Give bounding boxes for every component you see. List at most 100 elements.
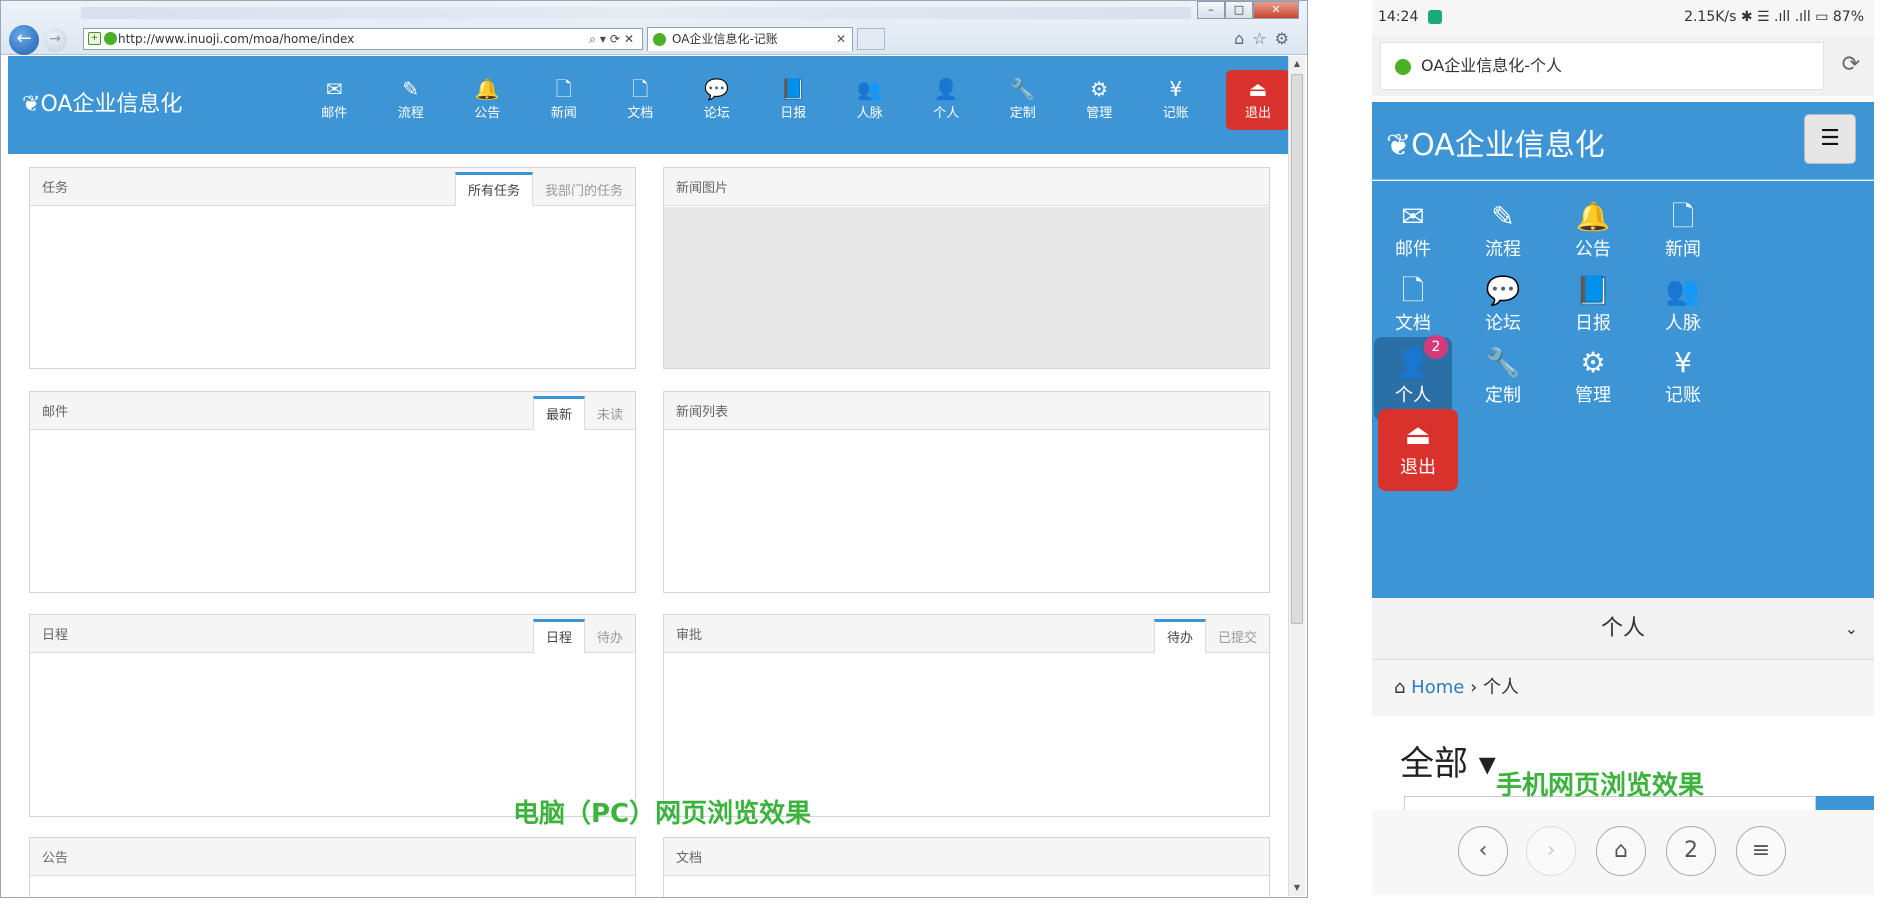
site-icon: [104, 32, 117, 45]
mail-icon: ✉: [325, 77, 343, 101]
scroll-thumb[interactable]: [1291, 74, 1303, 624]
nav-item-10[interactable]: ⚙ 管理: [1061, 76, 1138, 130]
hamburger-menu-button[interactable]: ☰: [1804, 114, 1856, 164]
nav-label: 管理: [1086, 106, 1113, 121]
scroll-down-icon[interactable]: ▼: [1289, 880, 1305, 896]
tab-unread[interactable]: 未读: [585, 396, 635, 430]
back-button[interactable]: ←: [9, 25, 39, 55]
chevron-down-icon: ⌄: [1844, 619, 1858, 638]
panel-title: 审批: [676, 628, 703, 643]
star-icon[interactable]: ☆: [1252, 29, 1274, 48]
mobile-nav-item-3[interactable]: 🗋 新闻: [1644, 191, 1722, 275]
search-button[interactable]: [1816, 796, 1874, 810]
mobile-page-title: OA企业信息化-个人: [1421, 56, 1563, 75]
logout-button[interactable]: ⏏ 退出: [1226, 70, 1290, 130]
tabs-count-button[interactable]: 2: [1666, 826, 1716, 876]
address-bar[interactable]: + http://www.inuoji.com/moa/home/index ⌕…: [83, 28, 643, 50]
nav-item-7[interactable]: 👥 人脉: [832, 76, 909, 130]
breadcrumb: ⌂ Home › 个人: [1372, 660, 1874, 716]
tab-all-tasks[interactable]: 所有任务: [454, 172, 533, 206]
mobile-nav-label: 人脉: [1665, 313, 1701, 334]
forward-nav-button[interactable]: ›: [1526, 826, 1576, 876]
book-icon: 📘: [780, 77, 806, 101]
mobile-nav-label: 论坛: [1485, 313, 1521, 334]
mobile-nav-icon: 🔧: [1485, 346, 1521, 379]
mobile-nav-item-0[interactable]: ✉ 邮件: [1374, 191, 1452, 275]
reload-icon[interactable]: ⟳: [1842, 52, 1860, 77]
mobile-header: ❦OA企业信息化 ☰: [1372, 102, 1874, 180]
mobile-nav-item-1[interactable]: ✎ 流程: [1464, 191, 1542, 275]
tab-schedule[interactable]: 日程: [532, 619, 585, 653]
nav-item-9[interactable]: 🔧 定制: [985, 76, 1062, 130]
tab-pending[interactable]: 待办: [1153, 619, 1206, 653]
docs-panel: 文档: [663, 837, 1270, 897]
mobile-nav-icon: ✉: [1401, 200, 1425, 233]
mobile-logout-button[interactable]: ⏏ 退出: [1378, 409, 1458, 491]
panel-title: 文档: [676, 851, 703, 866]
browser-chrome: – □ ✕ ← → + http://www.inuoji.com/moa/ho…: [1, 1, 1307, 55]
address-tools[interactable]: ⌕▾⟳✕: [589, 29, 638, 49]
comments-icon: 💬: [704, 77, 730, 101]
news-images-panel: 新闻图片: [663, 167, 1270, 369]
mobile-bottom-nav: ‹ › ⌂ 2 ≡: [1372, 810, 1874, 895]
notice-panel: 公告: [29, 837, 636, 897]
forward-button[interactable]: →: [43, 28, 67, 52]
nav-item-4[interactable]: 🗋 文档: [602, 76, 679, 130]
nav-item-11[interactable]: ¥ 记账: [1138, 76, 1215, 130]
tab-close-icon[interactable]: ✕: [836, 28, 846, 50]
minimize-button[interactable]: –: [1197, 1, 1225, 19]
site-icon: [1395, 59, 1411, 75]
mobile-nav: ✉ 邮件 ✎ 流程 🔔 公告 🗋 新闻 🗋 文档 💬 论坛 📘 日报 👥 人脉 👤 个人 2 🔧 定制 ⚙ 管理 ¥ 记账 ⏏ 退出: [1372, 181, 1874, 598]
logout-label: 退出: [1400, 457, 1436, 478]
app-notification-icon: [1428, 10, 1442, 24]
mail-panel: 邮件 最新 未读: [29, 391, 636, 593]
compat-icon: +: [88, 32, 101, 45]
nav-item-2[interactable]: 🔔 公告: [449, 76, 526, 130]
mobile-nav-item-11[interactable]: ¥ 记账: [1644, 337, 1722, 421]
nav-item-1[interactable]: ✎ 流程: [373, 76, 450, 130]
tab-submitted[interactable]: 已提交: [1206, 619, 1269, 653]
mobile-nav-label: 记账: [1665, 385, 1701, 406]
filter-all-dropdown[interactable]: 全部 ▾: [1400, 736, 1496, 785]
breadcrumb-home-link[interactable]: Home: [1411, 677, 1464, 698]
nav-item-0[interactable]: ✉ 邮件: [296, 76, 373, 130]
mobile-nav-item-9[interactable]: 🔧 定制: [1464, 337, 1542, 421]
browser-tab-active[interactable]: OA企业信息化-记账 ✕: [647, 27, 853, 51]
home-icon: ⌂: [1394, 677, 1406, 698]
home-nav-button[interactable]: ⌂: [1596, 826, 1646, 876]
brand-logo[interactable]: ❦OA企业信息化: [22, 86, 182, 118]
mobile-nav-label: 日报: [1575, 313, 1611, 334]
window-controls: – □ ✕: [1197, 1, 1299, 19]
nav-item-3[interactable]: 🗋 新闻: [526, 76, 603, 130]
tab-latest[interactable]: 最新: [532, 396, 585, 430]
news-list-panel: 新闻列表: [663, 391, 1270, 593]
mobile-nav-item-10[interactable]: ⚙ 管理: [1554, 337, 1632, 421]
section-selector[interactable]: 个人 ⌄: [1372, 598, 1874, 660]
scroll-up-icon[interactable]: ▲: [1289, 56, 1305, 72]
nav-label: 记账: [1162, 106, 1189, 121]
logout-icon: ⏏: [1248, 77, 1268, 101]
mobile-brand[interactable]: ❦OA企业信息化: [1386, 120, 1605, 164]
back-nav-button[interactable]: ‹: [1458, 826, 1508, 876]
menu-nav-button[interactable]: ≡: [1736, 826, 1786, 876]
maximize-button[interactable]: □: [1225, 1, 1253, 19]
mobile-address-box[interactable]: OA企业信息化-个人: [1380, 42, 1824, 90]
close-window-button[interactable]: ✕: [1253, 1, 1299, 19]
news-image-area: [664, 207, 1269, 368]
gear-icon[interactable]: ⚙: [1275, 29, 1297, 48]
new-tab-button[interactable]: [857, 28, 885, 50]
nav-item-5[interactable]: 💬 论坛: [679, 76, 756, 130]
pc-caption: 电脑（PC）网页浏览效果: [513, 799, 812, 829]
nav-label: 个人: [933, 106, 960, 121]
nav-item-8[interactable]: 👤 个人: [908, 76, 985, 130]
tab-todo[interactable]: 待办: [585, 619, 635, 653]
page-scrollbar[interactable]: ▲ ▼: [1288, 56, 1305, 896]
mobile-nav-item-2[interactable]: 🔔 公告: [1554, 191, 1632, 275]
mobile-nav-label: 公告: [1575, 239, 1611, 260]
brand-text: OA企业信息化: [1411, 128, 1605, 163]
home-icon[interactable]: ⌂: [1234, 29, 1252, 48]
nav-label: 人脉: [856, 106, 883, 121]
nav-label: 新闻: [550, 106, 577, 121]
tab-dept-tasks[interactable]: 我部门的任务: [533, 172, 635, 206]
nav-item-6[interactable]: 📘 日报: [755, 76, 832, 130]
